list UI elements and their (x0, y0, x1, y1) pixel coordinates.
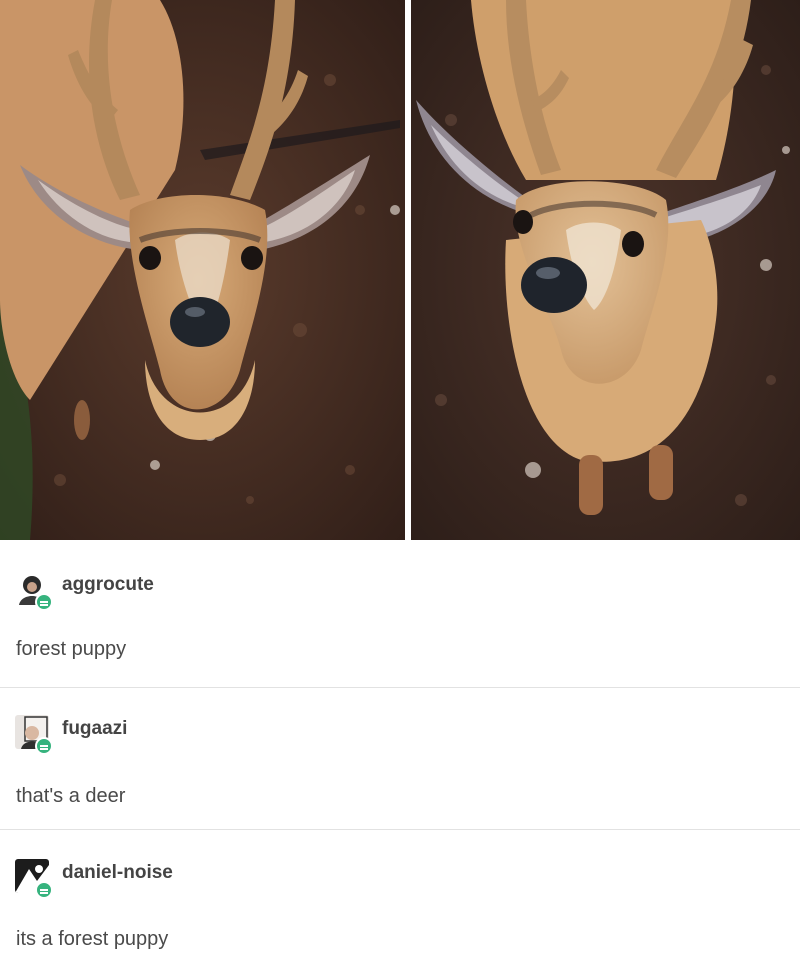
deer-photo-right[interactable] (411, 0, 800, 540)
reblog-badge-icon (35, 737, 53, 755)
reblog-badge-icon (35, 593, 53, 611)
reblog-comment: forest puppy (16, 638, 127, 660)
deer-image-left (0, 0, 405, 540)
reblog-entry: aggrocute forest puppy (0, 540, 800, 687)
reblog-entry: fugaazi that's a deer (0, 688, 800, 829)
reblog-entry: daniel-noise its a forest puppy (0, 830, 800, 968)
username-link[interactable]: fugaazi (62, 718, 127, 740)
reblog-badge-icon (35, 881, 53, 899)
deer-image-right (411, 0, 800, 540)
deer-photo-left[interactable] (0, 0, 405, 540)
username-link[interactable]: aggrocute (62, 574, 154, 596)
username-link[interactable]: daniel-noise (62, 862, 173, 884)
reblog-comment: that's a deer (16, 785, 126, 807)
photo-set (0, 0, 800, 540)
reblog-comment: its a forest puppy (16, 928, 169, 950)
